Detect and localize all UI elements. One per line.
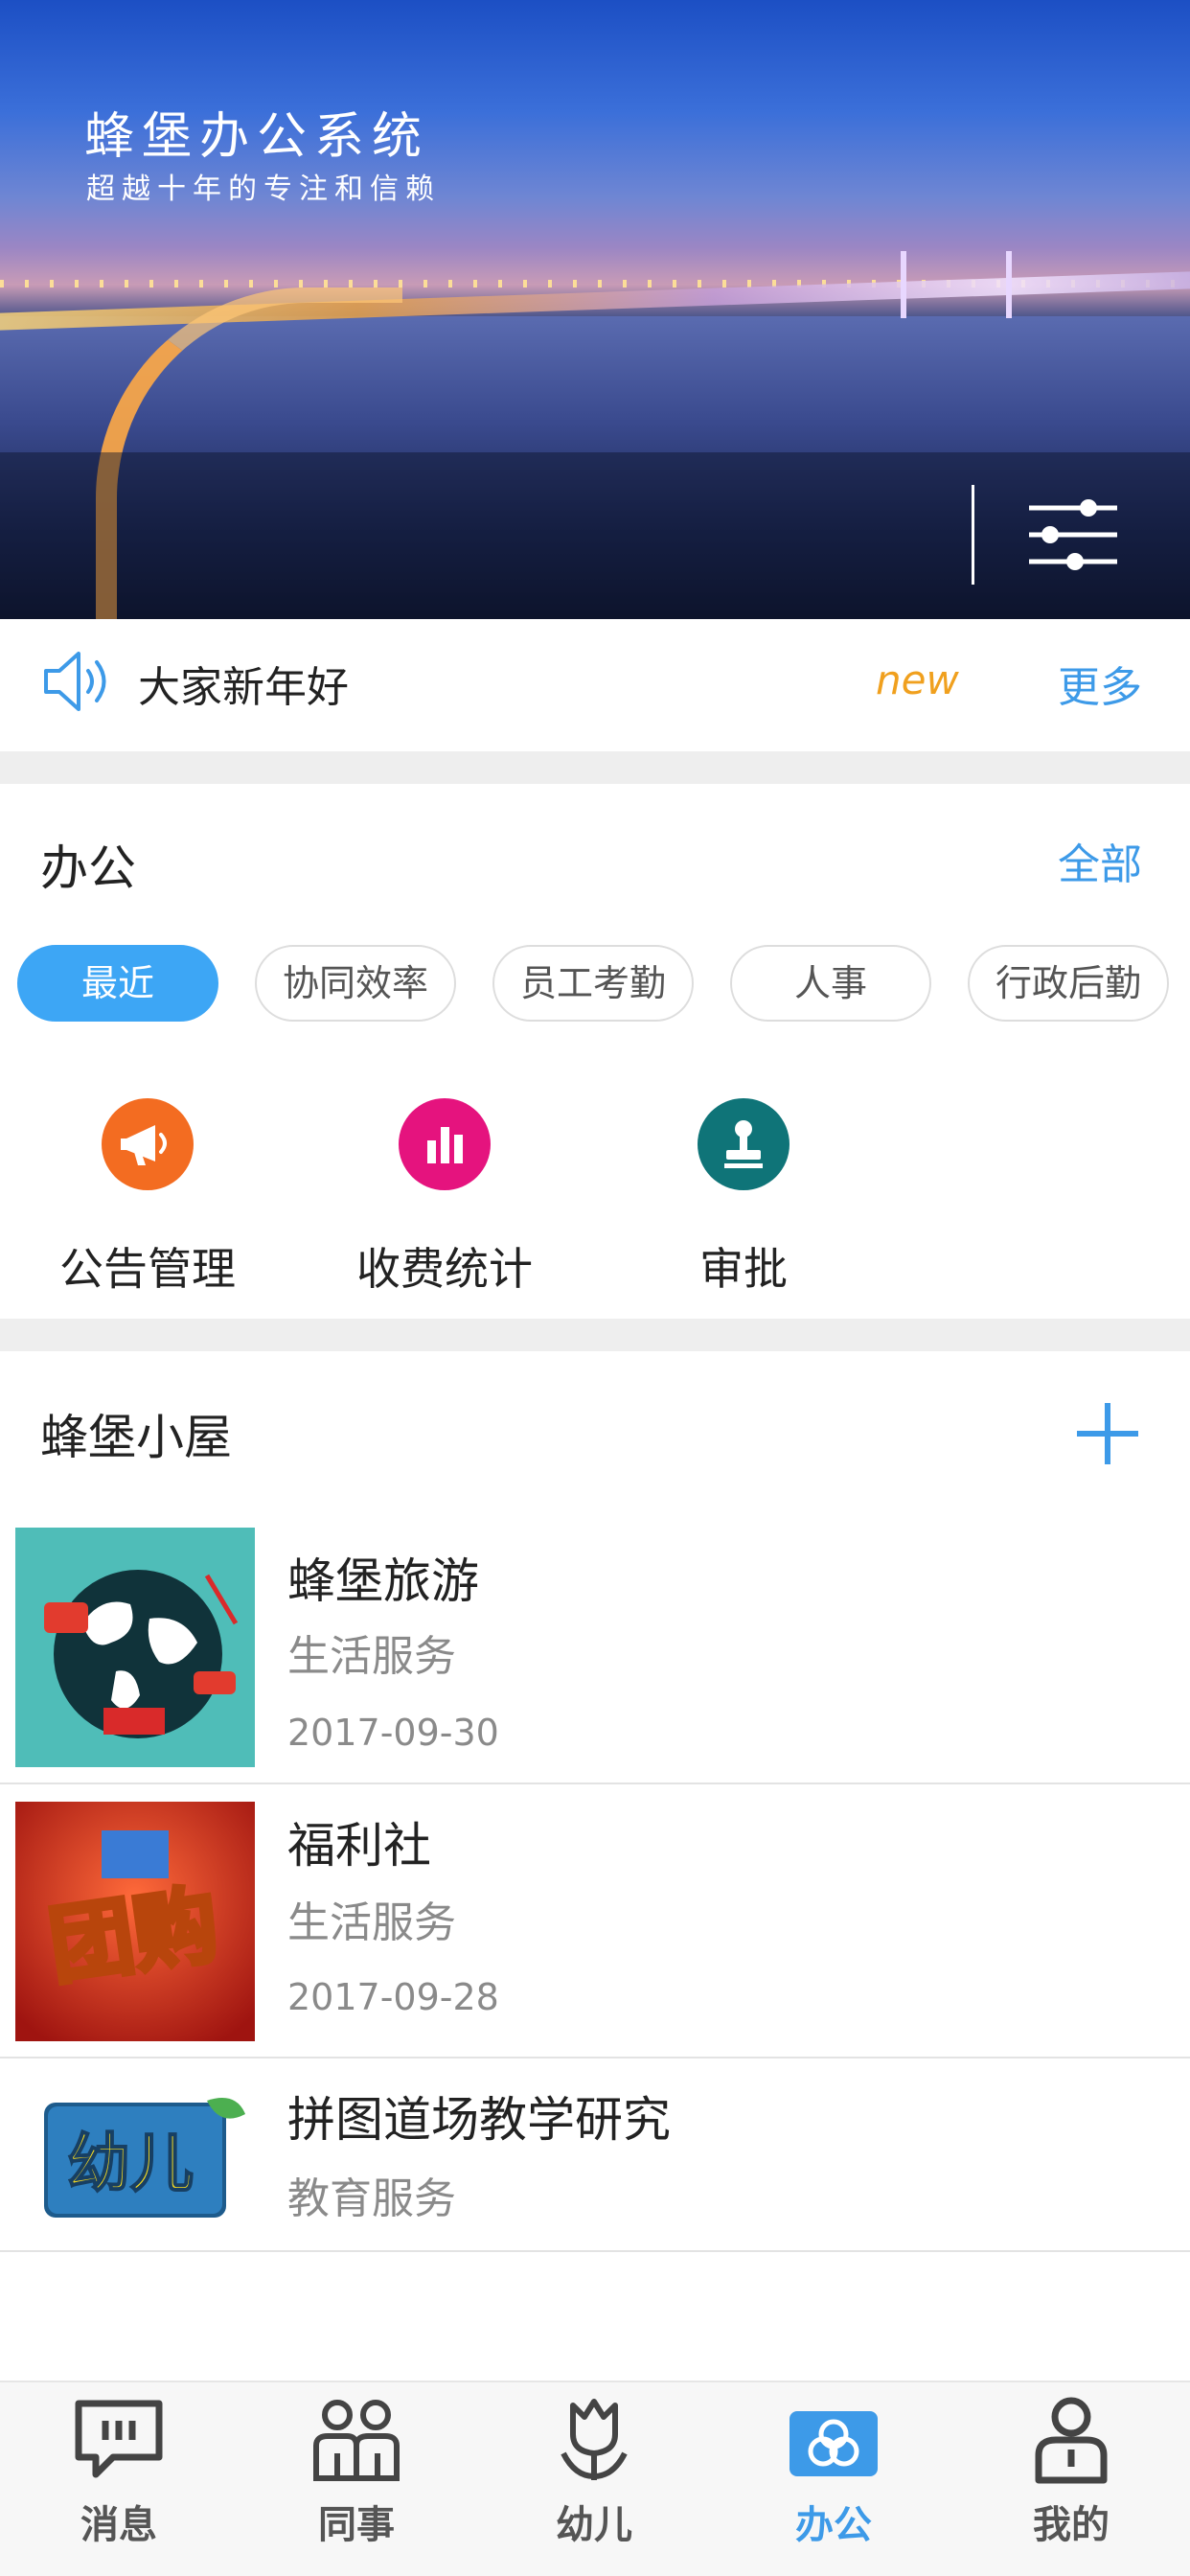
chip-attendance[interactable]: 员工考勤 <box>492 945 694 1022</box>
item-title: 拼图道场教学研究 <box>287 2092 671 2148</box>
chip-hr[interactable]: 人事 <box>730 945 931 1022</box>
group-buy-image: 团购 <box>15 1802 255 2041</box>
bridge-tower <box>1006 251 1012 318</box>
tulip-icon <box>561 2399 628 2480</box>
tab-label: 办公 <box>795 2503 872 2547</box>
notice-text[interactable]: 大家新年好 <box>138 653 349 714</box>
bar-chart-icon <box>399 1098 491 1190</box>
banner-divider <box>972 485 974 585</box>
bridge-tower <box>901 251 906 318</box>
chip-collaboration[interactable]: 协同效率 <box>255 945 456 1022</box>
list-item[interactable]: 团购 福利社 生活服务 2017-09-28 <box>0 1784 1190 2058</box>
banner-overlay <box>0 452 1190 619</box>
item-category: 生活服务 <box>287 1632 456 1681</box>
item-title: 福利社 <box>287 1818 431 1874</box>
colleagues-icon <box>313 2400 400 2481</box>
tab-label: 幼儿 <box>556 2503 632 2547</box>
kids-logo-image: 幼儿 <box>15 2091 255 2225</box>
app-fee-statistics[interactable]: 收费统计 <box>330 1098 560 1298</box>
tab-label: 同事 <box>318 2503 395 2547</box>
new-tag: new <box>876 656 959 703</box>
office-section-title: 办公 <box>40 840 136 896</box>
stamp-icon <box>698 1098 790 1190</box>
house-section-title: 蜂堡小屋 <box>40 1410 232 1465</box>
item-category: 生活服务 <box>287 1898 456 1947</box>
image-text: 幼儿 <box>67 2127 194 2200</box>
tab-office[interactable]: 办公 <box>738 2396 929 2549</box>
banner: 蜂堡办公系统 超越十年的专注和信赖 <box>0 0 1190 619</box>
app-label: 收费统计 <box>356 1243 533 1295</box>
list-item[interactable]: 幼儿 拼图道场教学研究 教育服务 <box>0 2058 1190 2252</box>
tab-children[interactable]: 幼儿 <box>498 2396 690 2549</box>
chip-recent[interactable]: 最近 <box>17 945 218 1022</box>
app-label: 审批 <box>699 1243 788 1295</box>
section-divider <box>0 751 1190 784</box>
list-item[interactable]: 蜂堡旅游 生活服务 2017-09-30 <box>0 1514 1190 1784</box>
tab-messages[interactable]: 消息 <box>23 2396 215 2549</box>
more-link[interactable]: 更多 <box>1058 653 1142 714</box>
tab-label: 消息 <box>80 2503 157 2547</box>
settings-sliders-icon[interactable] <box>1025 494 1121 575</box>
app-label: 公告管理 <box>59 1243 236 1295</box>
chat-icon <box>75 2400 163 2478</box>
tab-label: 我的 <box>1033 2503 1110 2547</box>
banner-title: 蜂堡办公系统 <box>84 108 430 166</box>
travel-globe-image <box>15 1528 255 1767</box>
item-category: 教育服务 <box>287 2174 456 2223</box>
profile-icon <box>1035 2397 1108 2484</box>
tab-profile[interactable]: 我的 <box>975 2396 1167 2549</box>
banner-subtitle: 超越十年的专注和信赖 <box>86 172 441 206</box>
app-announcement[interactable]: 公告管理 <box>33 1098 263 1298</box>
item-title: 蜂堡旅游 <box>287 1553 479 1609</box>
chip-admin-logistics[interactable]: 行政后勤 <box>968 945 1169 1022</box>
megaphone-icon <box>102 1098 194 1190</box>
item-date: 2017-09-28 <box>287 1976 499 2018</box>
app-approval[interactable]: 审批 <box>629 1098 858 1298</box>
speaker-icon <box>44 652 106 711</box>
item-date: 2017-09-30 <box>287 1712 499 1754</box>
tab-colleagues[interactable]: 同事 <box>261 2396 452 2549</box>
office-icon <box>790 2411 878 2476</box>
section-divider <box>0 1319 1190 1351</box>
add-icon[interactable] <box>1073 1399 1142 1468</box>
all-apps-link[interactable]: 全部 <box>1058 830 1142 891</box>
